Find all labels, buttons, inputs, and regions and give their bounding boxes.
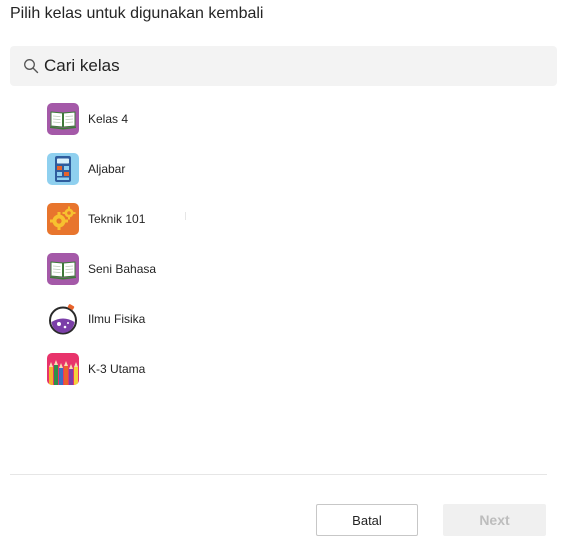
class-label: Teknik 101	[88, 212, 146, 226]
search-box[interactable]	[10, 46, 557, 86]
reuse-class-dialog: Pilih kelas untuk digunakan kembali Cari…	[0, 0, 565, 545]
search-icon	[23, 58, 39, 74]
flask-icon	[47, 303, 79, 335]
class-item-k-3-utama[interactable]: K-3 Utama	[47, 352, 347, 386]
class-item-teknik-101[interactable]: Teknik 101	[47, 202, 347, 236]
dialog-title: Pilih kelas untuk digunakan kembali	[10, 5, 264, 22]
class-item-kelas-4[interactable]: Kelas 4	[47, 102, 347, 136]
book-icon	[47, 253, 79, 285]
class-label: K-3 Utama	[88, 362, 146, 376]
book-icon	[47, 103, 79, 135]
class-label: Aljabar	[88, 162, 126, 176]
footer-divider	[10, 474, 547, 475]
gears-icon	[47, 203, 79, 235]
cancel-button[interactable]: Batal	[316, 504, 418, 536]
list-scroll-mark	[185, 212, 186, 220]
class-item-aljabar[interactable]: Aljabar	[47, 152, 347, 186]
class-label: Kelas 4	[88, 112, 129, 126]
class-item-ilmu-fisika[interactable]: Ilmu Fisika	[47, 302, 347, 336]
class-label: Ilmu Fisika	[88, 312, 146, 326]
search-input[interactable]	[44, 54, 534, 78]
calculator-icon	[47, 153, 79, 185]
next-button[interactable]: Next	[443, 504, 546, 536]
class-label: Seni Bahasa	[88, 262, 157, 276]
pencils-icon	[47, 353, 79, 385]
class-item-seni-bahasa[interactable]: Seni Bahasa	[47, 252, 347, 286]
